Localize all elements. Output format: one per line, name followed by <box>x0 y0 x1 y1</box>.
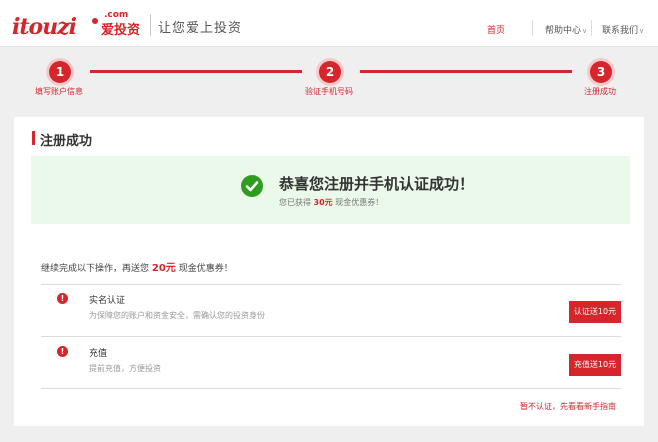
chevron-down-icon: ∨ <box>639 27 645 35</box>
nav-contact-us[interactable]: 联系我们∨ <box>602 23 644 36</box>
registration-success-card: 注册成功 恭喜您注册并手机认证成功！ 您已获得 30元 现金优惠券！ 继续完成以… <box>14 117 644 426</box>
step-2-circle: 2 <box>319 61 341 83</box>
continue-prefix: 继续完成以下操作，再送您 <box>41 264 150 274</box>
header: itouzi .com 爱投资 让您爱上投资 首页 帮助中心∨ 联系我们∨ <box>0 0 658 47</box>
card-title: 注册成功 <box>40 134 93 149</box>
success-sub-prefix: 您已获得 <box>279 198 311 207</box>
nav-home-link[interactable]: 首页 <box>487 23 505 36</box>
check-circle-icon <box>241 175 263 197</box>
slogan: 让您爱上投资 <box>158 21 243 36</box>
task-description: 提前充值，方便投资 <box>89 364 161 373</box>
list-divider <box>41 284 621 285</box>
nav-divider <box>591 20 592 36</box>
nav-divider <box>532 20 533 36</box>
nav-help-label: 帮助中心 <box>545 26 582 36</box>
exclamation-icon: ! <box>57 293 68 304</box>
continue-suffix: 现金优惠券！ <box>178 264 233 274</box>
success-subtitle: 您已获得 30元 现金优惠券！ <box>279 197 383 208</box>
title-accent-bar <box>32 131 35 145</box>
task-title: 实名认证 <box>89 296 126 306</box>
coupon-amount: 30元 <box>313 198 333 207</box>
list-divider <box>41 388 621 389</box>
logo-dot-icon <box>92 18 98 24</box>
step-1-label: 填写账户信息 <box>35 87 83 96</box>
step-1-circle: 1 <box>49 61 71 83</box>
exclamation-icon: ! <box>57 346 68 357</box>
chevron-down-icon: ∨ <box>582 27 588 35</box>
success-sub-suffix: 现金优惠券！ <box>335 198 384 207</box>
step-3-circle: 3 <box>590 61 612 83</box>
recharge-bonus-button[interactable]: 充值送10元 <box>569 354 621 376</box>
logo-chinese: 爱投资 <box>101 23 141 38</box>
task-description: 为保障您的账户和资金安全，需确认您的投资身份 <box>89 311 265 320</box>
nav-contact-label: 联系我们 <box>602 26 639 36</box>
logo-wordmark: itouzi <box>12 14 77 40</box>
step-connector <box>360 70 572 73</box>
verify-bonus-button[interactable]: 认证送10元 <box>569 301 621 323</box>
step-3-label: 注册成功 <box>584 87 616 96</box>
success-title: 恭喜您注册并手机认证成功！ <box>279 175 475 193</box>
step-connector <box>90 70 302 73</box>
list-divider <box>41 336 621 337</box>
logo-divider <box>150 14 151 36</box>
step-2-label: 验证手机号码 <box>305 87 353 96</box>
continue-prompt: 继续完成以下操作，再送您 20元 现金优惠券！ <box>41 259 233 274</box>
bonus-amount: 20元 <box>151 263 176 274</box>
progress-steps: 1 填写账户信息 2 验证手机号码 3 注册成功 <box>0 46 658 112</box>
nav-help-center[interactable]: 帮助中心∨ <box>545 23 587 36</box>
skip-to-guide-link[interactable]: 暂不认证，先看看新手指南 <box>520 401 616 412</box>
task-title: 充值 <box>89 349 108 359</box>
